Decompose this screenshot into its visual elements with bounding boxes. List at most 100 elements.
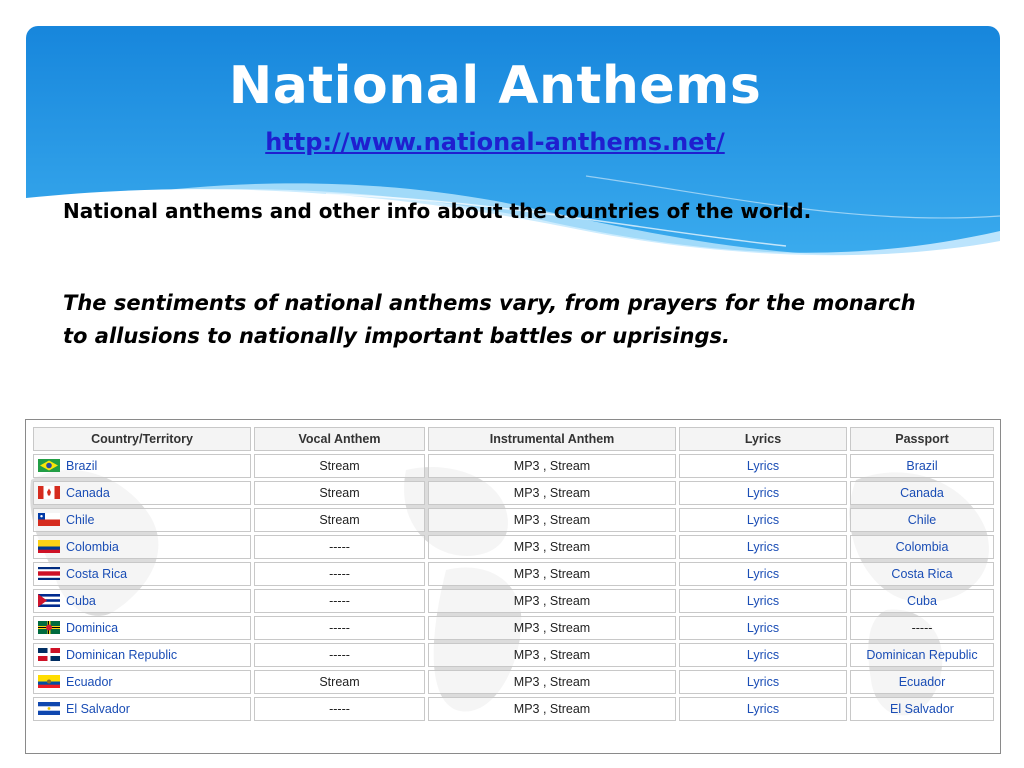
lyrics-link[interactable]: Lyrics xyxy=(747,702,779,716)
vocal-anthem-cell: ----- xyxy=(254,643,425,667)
country-link-el-salvador[interactable]: El Salvador xyxy=(66,702,130,716)
country-cell: Canada xyxy=(33,481,251,505)
instrumental-anthem-cell[interactable]: MP3 , Stream xyxy=(428,589,676,613)
country-link-colombia[interactable]: Colombia xyxy=(66,540,119,554)
column-header-country: Country/Territory xyxy=(33,427,251,451)
vocal-anthem-cell: ----- xyxy=(254,616,425,640)
table-row: Colombia ----- MP3 , Stream Lyrics Colombia xyxy=(33,535,994,559)
country-cell: Brazil xyxy=(33,454,251,478)
passport-cell: Chile xyxy=(850,508,994,532)
passport-link[interactable]: Ecuador xyxy=(899,675,946,689)
country-link-brazil[interactable]: Brazil xyxy=(66,459,97,473)
instrumental-anthem-cell[interactable]: MP3 , Stream xyxy=(428,562,676,586)
passport-cell: Ecuador xyxy=(850,670,994,694)
intro-text: National anthems and other info about th… xyxy=(63,199,812,223)
country-link-canada[interactable]: Canada xyxy=(66,486,110,500)
table-row: Dominican Republic ----- MP3 , Stream Lyric… xyxy=(33,643,994,667)
lyrics-link[interactable]: Lyrics xyxy=(747,621,779,635)
table-row: El Salvador ----- MP3 , Stream Lyrics El Sal… xyxy=(33,697,994,721)
colombia-flag-icon xyxy=(38,540,60,553)
lyrics-link[interactable]: Lyrics xyxy=(747,540,779,554)
slide-title: National Anthems xyxy=(228,56,762,116)
lyrics-cell: Lyrics xyxy=(679,535,847,559)
passport-link[interactable]: Dominican Republic xyxy=(866,648,977,662)
lyrics-link[interactable]: Lyrics xyxy=(747,513,779,527)
country-cell: Dominican Republic xyxy=(33,643,251,667)
passport-link[interactable]: Canada xyxy=(900,486,944,500)
instrumental-anthem-cell[interactable]: MP3 , Stream xyxy=(428,508,676,532)
instrumental-anthem-cell[interactable]: MP3 , Stream xyxy=(428,616,676,640)
passport-cell: ----- xyxy=(850,616,994,640)
country-link-costa-rica[interactable]: Costa Rica xyxy=(66,567,127,581)
passport-link[interactable]: Costa Rica xyxy=(891,567,952,581)
country-link-dominica[interactable]: Dominica xyxy=(66,621,118,635)
instrumental-anthem-cell[interactable]: MP3 , Stream xyxy=(428,481,676,505)
instrumental-anthem-cell[interactable]: MP3 , Stream xyxy=(428,697,676,721)
vocal-anthem-cell: ----- xyxy=(254,589,425,613)
brazil-flag-icon xyxy=(38,459,60,472)
country-link-dominican-republic[interactable]: Dominican Republic xyxy=(66,648,177,662)
vocal-anthem-cell[interactable]: Stream xyxy=(254,670,425,694)
table-header-row: Country/Territory Vocal Anthem Instrumen… xyxy=(33,427,994,451)
lyrics-link[interactable]: Lyrics xyxy=(747,567,779,581)
table-row: Dominica ----- MP3 , Stream Lyrics ----- xyxy=(33,616,994,640)
column-header-passport: Passport xyxy=(850,427,994,451)
vocal-anthem-cell: ----- xyxy=(254,697,425,721)
lyrics-cell: Lyrics xyxy=(679,562,847,586)
costa-rica-flag-icon xyxy=(38,567,60,580)
table-row: Canada Stream MP3 , Stream Lyrics Canada xyxy=(33,481,994,505)
lyrics-cell: Lyrics xyxy=(679,643,847,667)
country-link-cuba[interactable]: Cuba xyxy=(66,594,96,608)
lyrics-link[interactable]: Lyrics xyxy=(747,648,779,662)
lyrics-link[interactable]: Lyrics xyxy=(747,594,779,608)
passport-link: ----- xyxy=(911,621,933,635)
ecuador-flag-icon xyxy=(38,675,60,688)
vocal-anthem-cell[interactable]: Stream xyxy=(254,481,425,505)
lyrics-link[interactable]: Lyrics xyxy=(747,675,779,689)
passport-cell: Cuba xyxy=(850,589,994,613)
lyrics-cell: Lyrics xyxy=(679,616,847,640)
instrumental-anthem-cell[interactable]: MP3 , Stream xyxy=(428,643,676,667)
instrumental-anthem-cell[interactable]: MP3 , Stream xyxy=(428,670,676,694)
instrumental-anthem-cell[interactable]: MP3 , Stream xyxy=(428,454,676,478)
lyrics-cell: Lyrics xyxy=(679,508,847,532)
passport-cell: Dominican Republic xyxy=(850,643,994,667)
country-link-chile[interactable]: Chile xyxy=(66,513,95,527)
passport-cell: Canada xyxy=(850,481,994,505)
country-cell: Ecuador xyxy=(33,670,251,694)
table-row: Costa Rica ----- MP3 , Stream Lyrics Costa R… xyxy=(33,562,994,586)
dominican-republic-flag-icon xyxy=(38,648,60,661)
column-header-vocal: Vocal Anthem xyxy=(254,427,425,451)
passport-link[interactable]: Colombia xyxy=(896,540,949,554)
lyrics-link[interactable]: Lyrics xyxy=(747,486,779,500)
table-row: Ecuador Stream MP3 , Stream Lyrics Ecuador xyxy=(33,670,994,694)
lyrics-link[interactable]: Lyrics xyxy=(747,459,779,473)
passport-link[interactable]: Chile xyxy=(908,513,937,527)
column-header-instrumental: Instrumental Anthem xyxy=(428,427,676,451)
vocal-anthem-cell[interactable]: Stream xyxy=(254,508,425,532)
passport-link[interactable]: El Salvador xyxy=(890,702,954,716)
instrumental-anthem-cell[interactable]: MP3 , Stream xyxy=(428,535,676,559)
passport-cell: Costa Rica xyxy=(850,562,994,586)
country-cell: Chile xyxy=(33,508,251,532)
country-cell: Cuba xyxy=(33,589,251,613)
vocal-anthem-cell[interactable]: Stream xyxy=(254,454,425,478)
country-link-ecuador[interactable]: Ecuador xyxy=(66,675,113,689)
table-row: Cuba ----- MP3 , Stream Lyrics Cuba xyxy=(33,589,994,613)
canada-flag-icon xyxy=(38,486,60,499)
quote-text: The sentiments of national anthems vary,… xyxy=(63,291,916,348)
passport-link[interactable]: Brazil xyxy=(906,459,937,473)
passport-link[interactable]: Cuba xyxy=(907,594,937,608)
vocal-anthem-cell: ----- xyxy=(254,535,425,559)
country-cell: El Salvador xyxy=(33,697,251,721)
website-link[interactable]: http://www.national-anthems.net/ xyxy=(0,128,990,156)
el-salvador-flag-icon xyxy=(38,702,60,715)
table-row: Brazil Stream MP3 , Stream Lyrics Brazil xyxy=(33,454,994,478)
passport-cell: Colombia xyxy=(850,535,994,559)
lyrics-cell: Lyrics xyxy=(679,589,847,613)
vocal-anthem-cell: ----- xyxy=(254,562,425,586)
dominica-flag-icon xyxy=(38,621,60,634)
column-header-lyrics: Lyrics xyxy=(679,427,847,451)
lyrics-cell: Lyrics xyxy=(679,481,847,505)
anthems-table-screenshot: Country/Territory Vocal Anthem Instrumen… xyxy=(25,419,1001,754)
